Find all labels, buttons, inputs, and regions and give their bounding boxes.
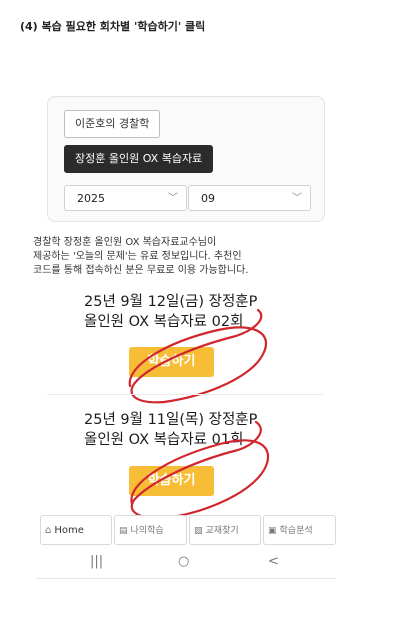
book-icon: ▤ (119, 526, 128, 536)
chevron-down-icon: ﹀ (168, 193, 178, 204)
month-select[interactable]: 09 ﹀ (188, 185, 311, 211)
home-button[interactable]: ○ (178, 554, 189, 569)
nav-textbook[interactable]: ▧ 교재찾기 (189, 515, 261, 545)
study-button[interactable]: 학습하기 (129, 466, 214, 496)
filter-card: 이준호의 경찰학 장정훈 올인원 OX 복습자료 2025 ﹀ 09 ﹀ (47, 96, 325, 222)
nav-home[interactable]: ⌂ Home (40, 515, 112, 545)
notice-line: 경찰학 장정훈 올인원 OX 복습자료교수님이 (33, 237, 217, 248)
item-title-line2: 올인원 OX 복습자료 01회 (84, 432, 244, 448)
month-select-value: 09 (201, 192, 215, 205)
textbook-icon: ▧ (194, 526, 203, 536)
nav-my-study-label: 나의학습 (130, 526, 164, 536)
nav-analysis-label: 학습분석 (279, 526, 313, 536)
nav-textbook-label: 교재찾기 (205, 526, 239, 536)
chart-icon: ▣ (268, 526, 277, 536)
professor-chip[interactable]: 이준호의 경찰학 (64, 110, 161, 138)
year-select-value: 2025 (77, 192, 105, 205)
system-nav-bar: ||| ○ < (36, 552, 336, 579)
instruction-text: (4) 복습 필요한 회차별 '학습하기' 클릭 (20, 20, 206, 33)
item-title-line1: 25년 9월 11일(목) 장정훈P (84, 412, 258, 428)
nav-my-study[interactable]: ▤ 나의학습 (114, 515, 187, 545)
item-title-line1: 25년 9월 12일(금) 장정훈P (84, 294, 258, 310)
list-item: 25년 9월 12일(금) 장정훈P 올인원 OX 복습자료 02회 (84, 292, 324, 332)
notice-line: 코드를 통해 접속하신 분은 무료로 이용 가능합니다. (33, 265, 249, 276)
divider (47, 394, 323, 395)
home-icon: ⌂ (45, 525, 52, 536)
back-button[interactable]: < (268, 554, 279, 569)
list-item: 25년 9월 11일(목) 장정훈P 올인원 OX 복습자료 01회 (84, 410, 324, 450)
nav-home-label: Home (54, 525, 84, 536)
study-button[interactable]: 학습하기 (129, 347, 214, 377)
bottom-nav: ⌂ Home ▤ 나의학습 ▧ 교재찾기 ▣ 학습분석 (36, 515, 336, 549)
notice-text: 경찰학 장정훈 올인원 OX 복습자료교수님이 제공하는 '오늘의 문제'는 유… (33, 236, 333, 278)
nav-analysis[interactable]: ▣ 학습분석 (263, 515, 336, 545)
material-chip[interactable]: 장정훈 올인원 OX 복습자료 (64, 145, 214, 173)
notice-line: 제공하는 '오늘의 문제'는 유료 정보입니다. 추천인 (33, 251, 242, 262)
recents-button[interactable]: ||| (90, 554, 103, 569)
year-select[interactable]: 2025 ﹀ (64, 185, 187, 211)
item-title-line2: 올인원 OX 복습자료 02회 (84, 314, 244, 330)
chevron-down-icon: ﹀ (292, 193, 302, 204)
